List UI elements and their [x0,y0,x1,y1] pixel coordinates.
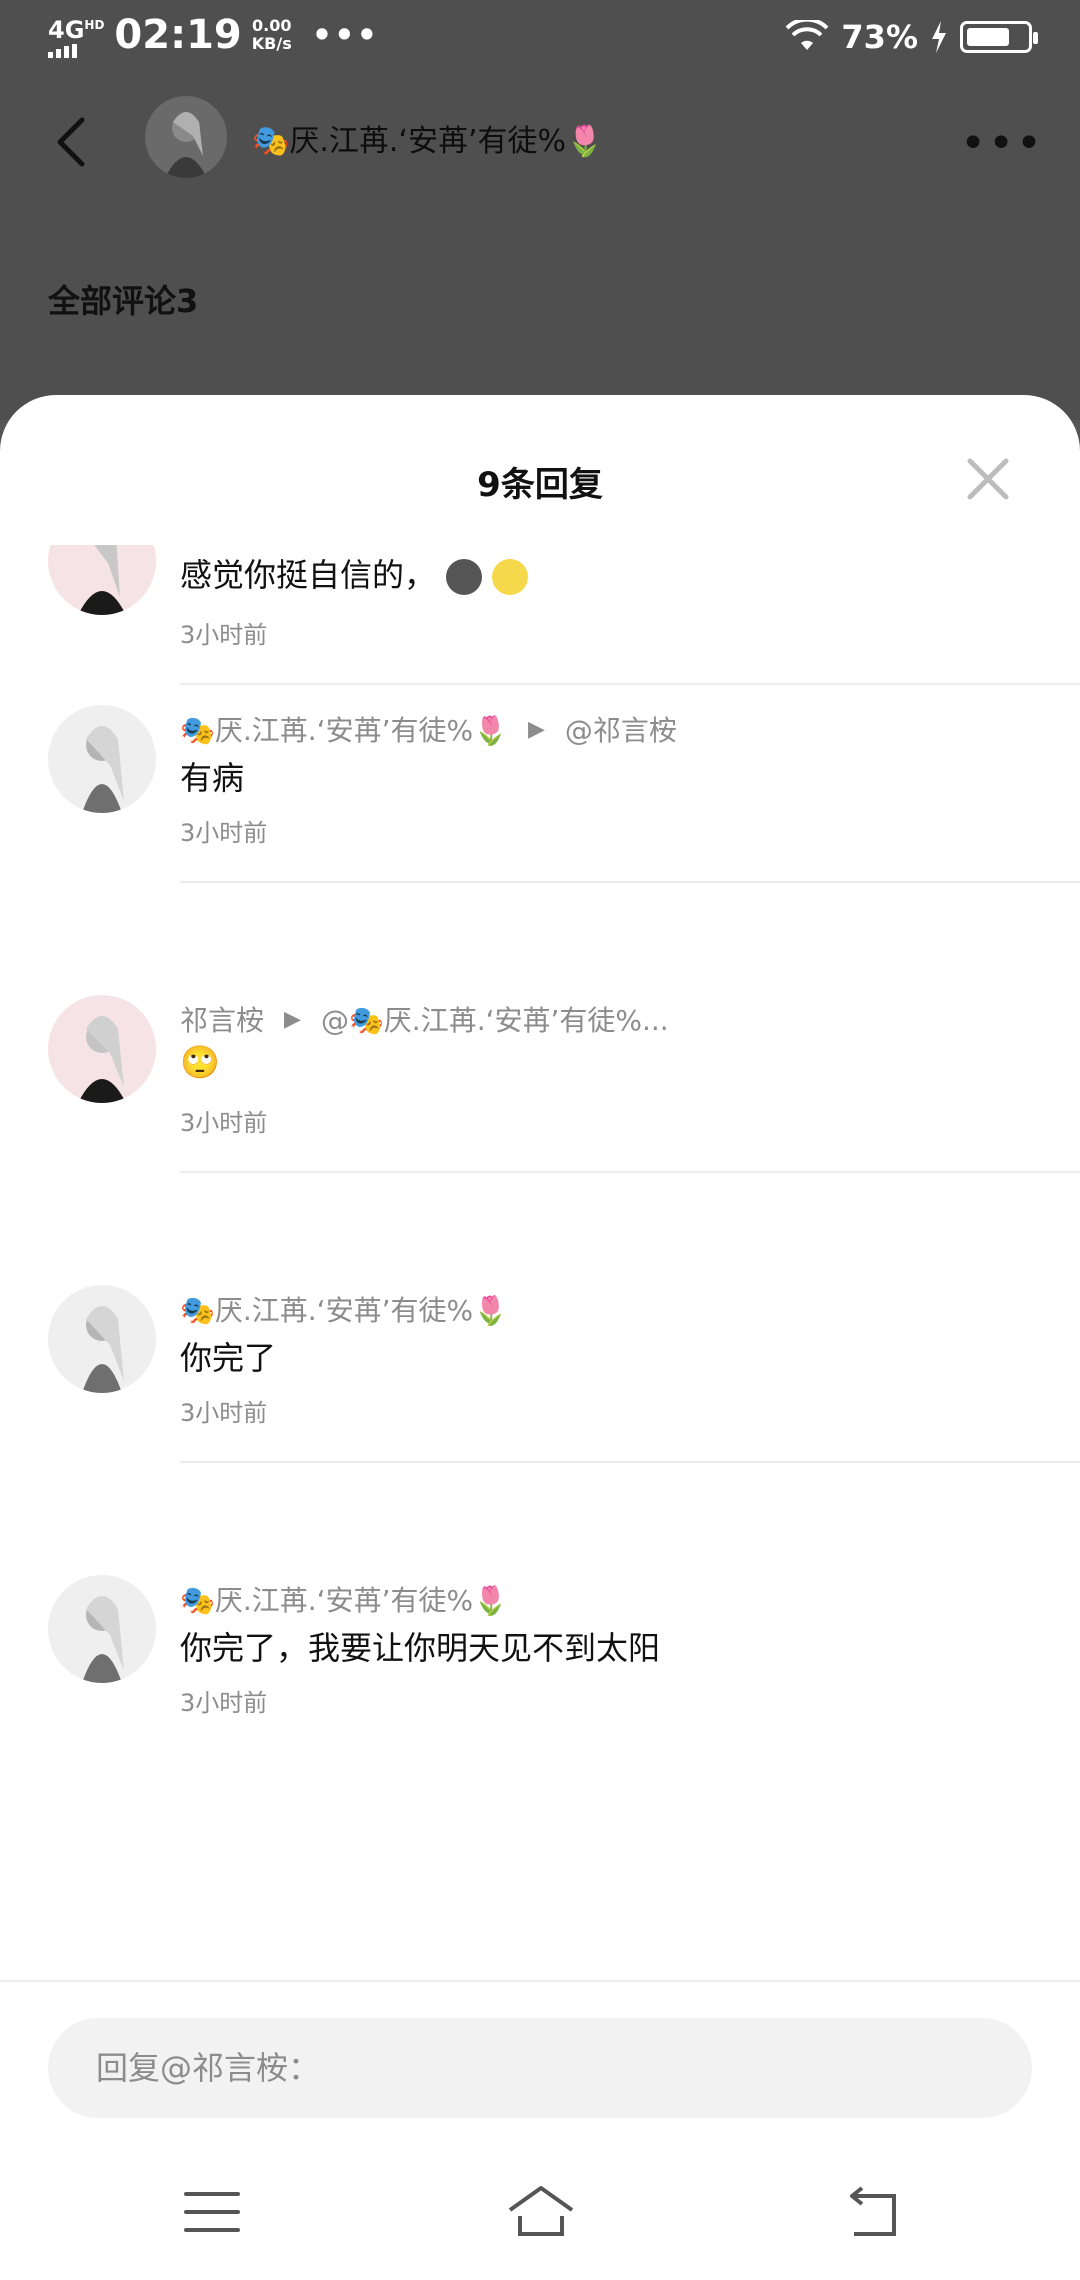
reply-author[interactable]: 祁言桉 [180,999,264,1039]
network-indicator: 4GHD [48,13,104,58]
network-speed: 0.00 KB/s [252,17,292,53]
reply-text: 你完了 [180,1339,277,1377]
smile-face-icon [492,559,529,595]
divider [180,1171,1080,1173]
list-item: 🎭厌.江苒.‘安苒’有徒%🌷 你完了，我要让你明天见不到太阳 3小时前 [0,1555,1080,1745]
reply-meta: 🎭厌.江苒.‘安苒’有徒%🌷 ▶ @祁言桉 [180,709,677,749]
post-header: 🎭厌.江苒.‘安苒’有徒%🌷 ••• [0,96,1080,188]
reply-meta: 祁言桉 ▶ @🎭厌.江苒.‘安苒’有徒%... [180,999,669,1039]
speed-unit: KB/s [251,34,292,53]
list-item: 祁言桉 ▶ @🎭厌.江苒.‘安苒’有徒%... 🙄 3小时前 [0,975,1080,1265]
replies-sheet: 9条回复 感觉你挺自信的， 3小时前 🎭厌.江苒.‘安苒’有徒%🌷 ▶ @祁言桉… [0,395,1080,2280]
reply-time: 3小时前 [180,1109,268,1137]
reply-author[interactable]: 🎭厌.江苒.‘安苒’有徒%🌷 [180,1579,508,1619]
dark-face-icon [446,559,483,595]
reply-time: 3小时前 [180,819,268,847]
reply-input[interactable] [48,2018,1032,2118]
reply-meta: 🎭厌.江苒.‘安苒’有徒%🌷 [180,1579,508,1619]
charging-icon [932,21,946,53]
reply-time: 3小时前 [180,1689,268,1717]
reply-time: 3小时前 [180,1399,268,1427]
reply-text: 🙄 [180,1043,220,1081]
reply-target[interactable]: @祁言桉 [565,709,677,749]
notification-dots: ••• [311,16,380,54]
signal-icon [48,43,104,58]
menu-icon[interactable] [180,2182,244,2242]
reply-time: 3小时前 [180,621,268,649]
reply-text: 有病 [180,759,245,797]
avatar[interactable] [48,995,156,1103]
reply-author[interactable]: 🎭厌.江苒.‘安苒’有徒%🌷 [180,709,508,749]
reply-author[interactable]: 🎭厌.江苒.‘安苒’有徒%🌷 [180,1289,508,1329]
background-page: 4GHD 02:19 0.00 KB/s ••• 73% 🎭厌.江苒.‘安苒’有… [0,0,1080,420]
back-arrow-icon[interactable] [48,114,96,170]
author-avatar[interactable] [145,96,227,178]
list-item: 感觉你挺自信的， 3小时前 [0,545,1080,685]
avatar-figure-icon [165,112,207,178]
divider [180,881,1080,883]
speed-value: 0.00 [251,16,292,35]
network-type: 4G [48,15,85,44]
reply-text: 感觉你挺自信的， [180,550,529,596]
clock: 02:19 [114,12,242,58]
close-icon[interactable] [966,457,1010,501]
battery-percent: 73% [841,18,918,56]
avatar[interactable] [48,1575,156,1683]
status-bar: 4GHD 02:19 0.00 KB/s ••• 73% [0,0,1080,72]
reply-arrow-icon: ▶ [527,716,545,742]
comments-count-title: 全部评论3 [48,282,199,320]
home-icon[interactable] [506,2182,576,2242]
reply-arrow-icon: ▶ [284,1006,301,1032]
avatar[interactable] [48,705,156,813]
wifi-icon [785,20,829,50]
battery-fill [967,28,1010,46]
list-item: 🎭厌.江苒.‘安苒’有徒%🌷 你完了 3小时前 [0,1265,1080,1555]
reply-target[interactable]: @🎭厌.江苒.‘安苒’有徒%... [321,999,669,1039]
reply-bar [0,1980,1080,2280]
avatar[interactable] [48,1285,156,1393]
reply-list: 感觉你挺自信的， 3小时前 🎭厌.江苒.‘安苒’有徒%🌷 ▶ @祁言桉 有病 3… [0,545,1080,1745]
divider [180,1461,1080,1463]
reply-meta: 🎭厌.江苒.‘安苒’有徒%🌷 [180,1289,508,1329]
more-options-button[interactable]: ••• [960,118,1044,169]
system-nav-bar [0,2162,1080,2262]
sheet-title: 9条回复 [477,465,603,505]
network-hd: HD [84,17,105,32]
author-name[interactable]: 🎭厌.江苒.‘安苒’有徒%🌷 [252,116,603,160]
avatar[interactable] [48,545,156,615]
list-item: 🎭厌.江苒.‘安苒’有徒%🌷 ▶ @祁言桉 有病 3小时前 [0,685,1080,975]
battery-icon [960,21,1038,53]
reply-text: 你完了，我要让你明天见不到太阳 [180,1629,661,1667]
back-icon[interactable] [840,2182,904,2242]
